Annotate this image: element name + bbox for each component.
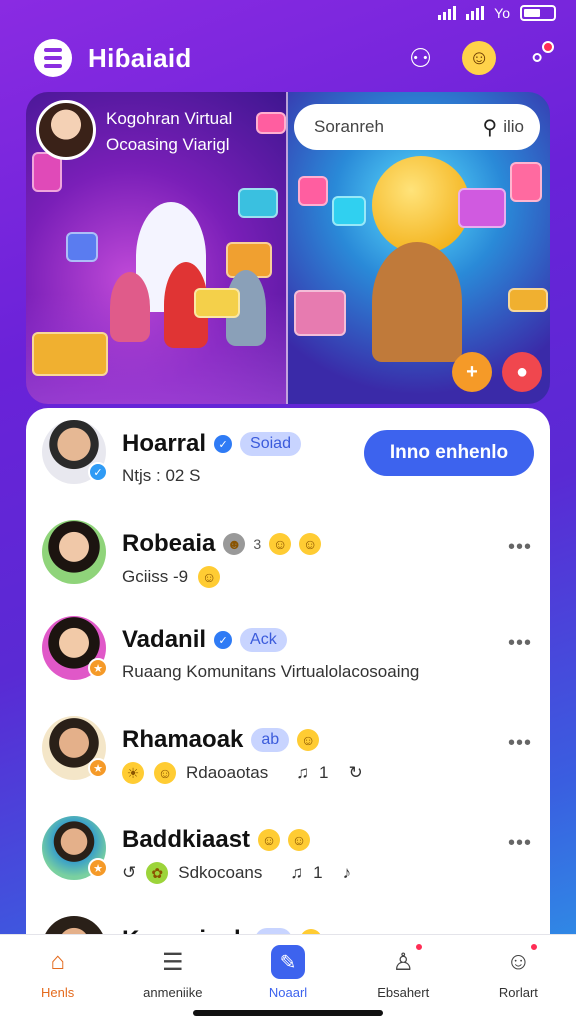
status-bar: Yo [0,0,576,26]
emoji-icon: ☺ [154,762,176,784]
verified-icon: ✓ [214,631,233,649]
like-count: 1 [313,863,323,882]
nav-label: anmeniike [143,985,203,1000]
post-author[interactable]: Baddkiaast [122,826,250,854]
post-subtitle: Ntjs : 02 S [122,466,201,485]
avatar[interactable]: ★ [42,816,108,880]
more-options-icon[interactable]: ••• [508,536,532,559]
app-title: Hiɓaiaid [88,42,192,73]
nav-label: Noaarl [268,985,308,1000]
emoji-icon: ☺ [258,829,281,851]
notification-dot [542,41,554,53]
post-subtitle: Gciiss -9 [122,567,189,586]
hero-caption-line1: Kogohran Virtual [106,109,233,128]
list-item[interactable]: ★ Baddkiaast ☺ ☺ ↺ ✿ Sdkocoans ♫ 1 ♪ ••• [26,804,550,900]
more-options-icon[interactable]: ••• [508,632,532,655]
avatar[interactable]: ★ [42,616,108,680]
emoji-icon: ☺ [198,566,221,588]
nav-label: Henls [40,985,75,1000]
nav-item-more[interactable]: ☺ Rorlart [461,935,576,1024]
list-item[interactable]: ✓ Hoarral ✓ Soiad Ntjs : 02 S Inno enhen… [26,408,550,504]
search-icon[interactable]: ⚲ [483,115,498,140]
emoji-icon: ☺ [288,829,311,851]
user-icon: ♙ [386,942,425,979]
emoji-face-icon[interactable]: ☺ [462,41,497,75]
app-logo[interactable] [34,39,72,77]
add-icon[interactable]: + [452,352,492,392]
hero-right-panel[interactable]: Soranreh ⚲ ilio + ● [288,92,550,404]
list-item[interactable]: Robeaia ☻ 3 ☺ ☺ Gciiss -9 ☺ ••• [26,508,550,604]
post-author[interactable]: Vadanil [122,626,206,654]
bottom-nav: ⌂ Henls ☰ anmeniike ✎ Noaarl ♙ Ebsahert … [0,934,576,1024]
post-subtitle: Ruaang Komunitans Virtualolacosoaing [122,662,420,681]
nav-item-home[interactable]: ⌂ Henls [0,935,115,1024]
post-author[interactable]: Rhamaoak [122,726,243,754]
hero-caption: Kogohran Virtual Ocoasing Viarigl [106,106,232,158]
post-author[interactable]: Robeaia [122,530,215,558]
home-indicator [193,1010,383,1016]
avatar[interactable] [42,520,106,584]
music-icon[interactable]: ♫ [296,763,309,783]
smiley-icon: ☺ [501,942,540,979]
music-icon[interactable]: ♫ [290,863,303,883]
share-network-icon[interactable]: ⚬ [526,41,554,71]
reaction-count: 3 [253,536,262,552]
notification-dot [529,942,540,952]
post-subtitle: Sdkocoans [178,863,263,882]
emoji-icon: ☺ [269,533,292,555]
emoji-icon: ☺ [299,533,322,555]
share-icon[interactable]: ↻ [348,763,362,783]
leaf-emoji-icon: ✿ [146,862,169,884]
share-icon[interactable]: ♪ [343,863,352,883]
signal-icon [438,6,457,20]
battery-icon [520,5,556,21]
robot-emoji-icon: ☻ [223,533,246,555]
sun-emoji-icon: ☀ [122,762,144,784]
follow-button[interactable]: Inno enhenlo [364,430,534,476]
create-icon: ✎ [271,945,305,979]
app-header: Hiɓaiaid ⚇ ☺ ⚬ [0,30,576,86]
home-icon: ⌂ [50,948,65,975]
status-badge: Soiad [240,432,301,456]
verified-badge-icon: ✓ [88,462,108,482]
hero-banner: Kogohran Virtual Ocoasing Viarigl Soranr… [26,92,550,404]
list-item[interactable]: ★ Vadanil ✓ Ack Ruaang Komunitans Virtua… [26,604,550,700]
status-badge: Ack [240,628,287,652]
badge-icon: ★ [88,658,108,678]
verified-icon: ✓ [214,435,233,453]
post-feed: ✓ Hoarral ✓ Soiad Ntjs : 02 S Inno enhen… [26,408,550,968]
nav-label: Rorlart [498,985,538,1000]
avatar[interactable]: ✓ [42,420,108,484]
status-badge: ab [251,728,290,752]
post-subtitle: Rdaoaotas [186,763,269,782]
search-bar[interactable]: Soranreh ⚲ ilio [294,104,540,150]
post-author[interactable]: Hoarral [122,430,206,458]
user-group-icon[interactable]: ⚇ [409,45,432,71]
list-icon: ☰ [162,948,184,976]
search-right-label: ilio [503,117,524,136]
notification-dot [414,942,425,952]
more-options-icon[interactable]: ••• [508,732,532,755]
refresh-icon: ↺ [122,863,137,882]
host-avatar[interactable] [36,100,96,160]
badge-icon: ★ [88,858,108,878]
carrier-label: Yo [494,5,510,21]
glowing-orb [372,156,470,254]
badge-icon: ★ [88,758,108,778]
hero-caption-line2: Ocoasing Viarigl [106,135,230,154]
more-options-icon[interactable]: ••• [508,832,532,855]
emoji-icon: ☺ [297,729,320,751]
hero-left-panel[interactable]: Kogohran Virtual Ocoasing Viarigl [26,92,288,404]
nav-label: Ebsahert [377,985,430,1000]
avatar[interactable]: ★ [42,716,108,780]
chat-bubble-icon[interactable]: ● [502,352,542,392]
wifi-icon [466,6,485,20]
list-item[interactable]: ★ Rhamaoak ab ☺ ☀ ☺ Rdaoaotas ♫ 1 ↻ ••• [26,704,550,800]
like-count: 1 [318,763,329,782]
search-input[interactable]: Soranreh [314,117,483,137]
